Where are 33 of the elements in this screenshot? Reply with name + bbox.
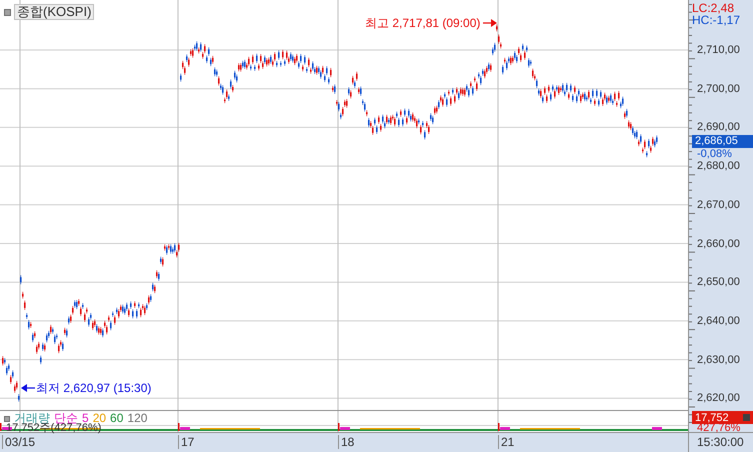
y-axis-label: 2,690,00 — [697, 121, 740, 134]
x-axis-label: 21 — [498, 435, 514, 449]
lc-value: LC:2,48 — [692, 2, 734, 14]
square-icon — [4, 416, 10, 422]
x-axis-label: 03/15 — [2, 435, 36, 449]
x-axis-label: 17 — [178, 435, 194, 449]
y-axis-label: 2,700,00 — [697, 82, 740, 95]
y-axis-label: 2,710,00 — [697, 44, 740, 56]
arrow-icon — [21, 384, 35, 392]
ma-period: 60 — [110, 412, 124, 425]
low-label: 최저 2,620,97 (15:30) — [36, 381, 152, 395]
volume-badge-value: 17,752 — [695, 412, 729, 424]
ma-period: 5 — [82, 412, 89, 425]
volume-value: 17,752주(427,76%) — [6, 423, 102, 433]
volume-ratio: 427,76% — [697, 423, 740, 433]
square-icon — [4, 8, 11, 16]
x-axis-label: 18 — [338, 435, 354, 449]
y-axis-label: 2,670,00 — [697, 198, 740, 211]
expand-icon — [743, 414, 750, 421]
current-price: 2,686,05 — [692, 135, 753, 148]
y-axis-label: 2,620,00 — [697, 392, 740, 404]
time-label: 15:30:00 — [696, 434, 745, 451]
y-axis-label: 2,650,00 — [697, 276, 740, 288]
price-change: -0,08% — [697, 148, 732, 160]
y-axis-label: 2,660,00 — [697, 238, 740, 250]
hc-value: HC:-1,17 — [692, 14, 740, 26]
arrow-icon — [483, 19, 498, 27]
high-label: 최고 2,717,81 (09:00) — [365, 16, 480, 30]
y-axis-label: 2,680,00 — [697, 160, 740, 172]
ma-period: 120 — [127, 412, 148, 425]
y-axis-label: 2,640,00 — [697, 314, 740, 327]
y-axis-label: 2,630,00 — [697, 354, 740, 366]
chart-title: 종합(KOSPI) — [14, 4, 94, 20]
